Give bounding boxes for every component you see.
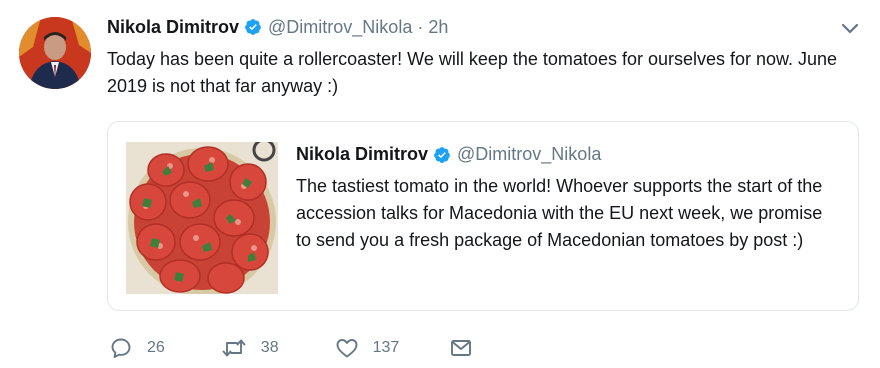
tweet-actions: 26 38 137 bbox=[109, 334, 473, 362]
message-icon bbox=[451, 340, 472, 356]
separator-dot: · bbox=[417, 16, 424, 37]
author-name[interactable]: Nikola Dimitrov bbox=[107, 17, 239, 38]
retweet-count: 38 bbox=[260, 339, 279, 356]
verified-badge-icon bbox=[245, 19, 261, 35]
direct-message-button[interactable] bbox=[449, 336, 473, 360]
reply-icon bbox=[111, 338, 131, 358]
retweet-icon bbox=[222, 339, 246, 357]
quoted-author-handle[interactable]: @Dimitrov_Nikola bbox=[457, 144, 601, 165]
like-icon bbox=[336, 339, 358, 358]
quoted-tweet-header: Nikola Dimitrov @Dimitrov_Nikola bbox=[296, 144, 601, 165]
quoted-tweet[interactable]: Nikola Dimitrov @Dimitrov_Nikola The tas… bbox=[107, 121, 859, 311]
avatar-photo bbox=[19, 17, 91, 89]
tweet-header: Nikola Dimitrov @Dimitrov_Nikola · 2h bbox=[107, 14, 448, 40]
retweet-button[interactable]: 38 bbox=[221, 336, 279, 360]
reply-button[interactable]: 26 bbox=[109, 336, 165, 360]
chevron-down-icon[interactable] bbox=[840, 22, 860, 36]
like-button[interactable]: 137 bbox=[335, 336, 400, 360]
author-handle[interactable]: @Dimitrov_Nikola bbox=[268, 17, 412, 38]
quoted-tweet-text: The tastiest tomato in the world! Whoeve… bbox=[296, 176, 823, 250]
author-avatar[interactable] bbox=[19, 17, 91, 89]
tweet-text: Today has been quite a rollercoaster! We… bbox=[107, 49, 838, 96]
like-count: 137 bbox=[372, 339, 400, 356]
quoted-author-name[interactable]: Nikola Dimitrov bbox=[296, 144, 428, 165]
reply-count: 26 bbox=[147, 339, 165, 356]
sliced-tomatoes-photo[interactable] bbox=[126, 142, 278, 294]
tomatoes-image bbox=[126, 142, 278, 294]
tweet-timestamp[interactable]: 2h bbox=[428, 17, 448, 38]
verified-badge-icon bbox=[434, 146, 450, 163]
